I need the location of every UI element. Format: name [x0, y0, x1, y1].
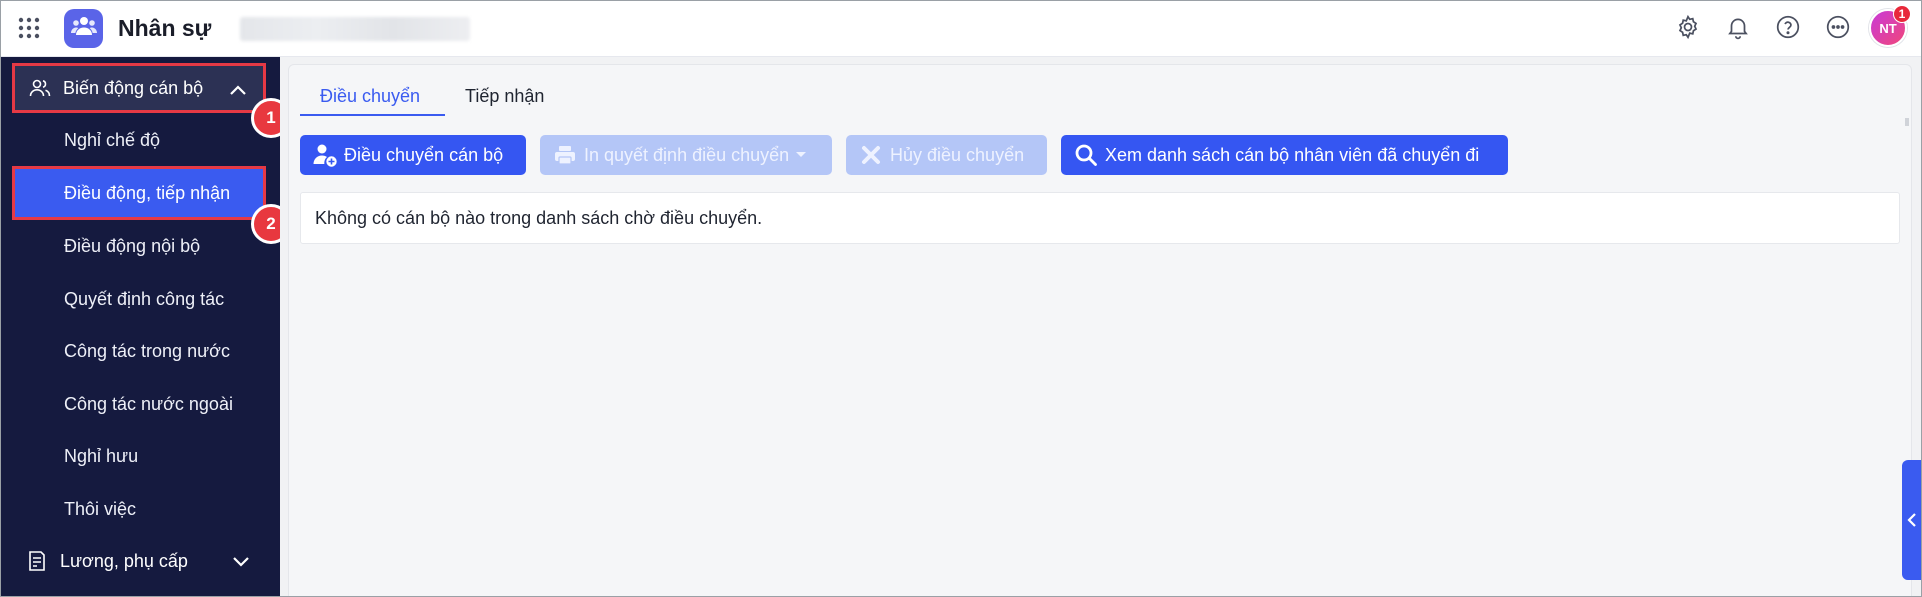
document-icon	[24, 548, 50, 574]
view-transferred-list-label: Xem danh sách cán bộ nhân viên đã chuyển…	[1105, 144, 1480, 165]
chevron-left-icon	[1906, 512, 1918, 528]
close-icon	[858, 142, 884, 168]
sidebar-group-staff-changes[interactable]: Biến động cán bộ	[12, 63, 266, 113]
search-icon	[1073, 142, 1099, 168]
sidebar-item-retirement[interactable]: Nghỉ hưu	[64, 446, 138, 467]
users-icon	[27, 75, 53, 101]
help-icon[interactable]	[1773, 12, 1803, 42]
sidebar-item-work-decision[interactable]: Quyết định công tác	[64, 289, 224, 310]
active-tab-indicator	[300, 114, 445, 116]
transfer-staff-label: Điều chuyển cán bộ	[344, 144, 504, 165]
sidebar-item-internal-transfer[interactable]: Điều động nội bộ	[64, 236, 200, 257]
print-decision-button[interactable]: In quyết định điều chuyển	[540, 135, 832, 175]
more-icon[interactable]	[1823, 12, 1853, 42]
cancel-transfer-label: Hủy điều chuyển	[890, 144, 1025, 165]
scrollbar-thumb[interactable]	[1905, 118, 1909, 126]
app-grid-icon[interactable]	[18, 17, 40, 39]
view-transferred-list-button[interactable]: Xem danh sách cán bộ nhân viên đã chuyển…	[1061, 135, 1508, 175]
sidebar-group-label: Lương, phụ cấp	[60, 550, 188, 571]
sidebar-group-label: Biến động cán bộ	[63, 77, 204, 98]
sidebar-item-resignation[interactable]: Thôi việc	[64, 499, 136, 520]
blurred-search-area	[240, 17, 470, 41]
empty-list-message-box: Không có cán bộ nào trong danh sách chờ …	[300, 192, 1900, 244]
printer-icon	[552, 142, 578, 168]
sidebar-item-leave-regime[interactable]: Nghỉ chế độ	[64, 130, 160, 151]
chevron-down-icon	[230, 550, 252, 572]
app-title: Nhân sự	[118, 15, 212, 41]
notification-badge: 1	[1893, 5, 1911, 23]
chevron-up-icon	[227, 80, 249, 102]
caret-down-icon	[795, 151, 807, 159]
bell-icon[interactable]	[1723, 12, 1753, 42]
print-decision-label: In quyết định điều chuyển	[584, 144, 790, 165]
empty-list-message: Không có cán bộ nào trong danh sách chờ …	[315, 207, 763, 228]
sidebar-item-overseas-work[interactable]: Công tác nước ngoài	[64, 394, 233, 415]
top-bar: Nhân sự NT 1	[0, 0, 1922, 57]
sidebar-item-transfer-receive[interactable]: Điều động, tiếp nhận	[12, 166, 266, 220]
add-user-icon	[312, 142, 338, 168]
tab-transfer[interactable]: Điều chuyển	[320, 86, 420, 107]
transfer-staff-button[interactable]: Điều chuyển cán bộ	[300, 135, 526, 175]
app-logo[interactable]	[64, 9, 103, 48]
cancel-transfer-button[interactable]: Hủy điều chuyển	[846, 135, 1047, 175]
collapse-panel-handle[interactable]	[1902, 460, 1922, 580]
tab-receive[interactable]: Tiếp nhận	[465, 86, 544, 107]
sidebar-group-salary-allowance[interactable]: Lương, phụ cấp	[12, 536, 266, 586]
settings-icon[interactable]	[1673, 12, 1703, 42]
sidebar-item-label: Điều động, tiếp nhận	[64, 182, 231, 203]
people-icon	[70, 15, 97, 42]
sidebar-item-domestic-work[interactable]: Công tác trong nước	[64, 341, 230, 362]
